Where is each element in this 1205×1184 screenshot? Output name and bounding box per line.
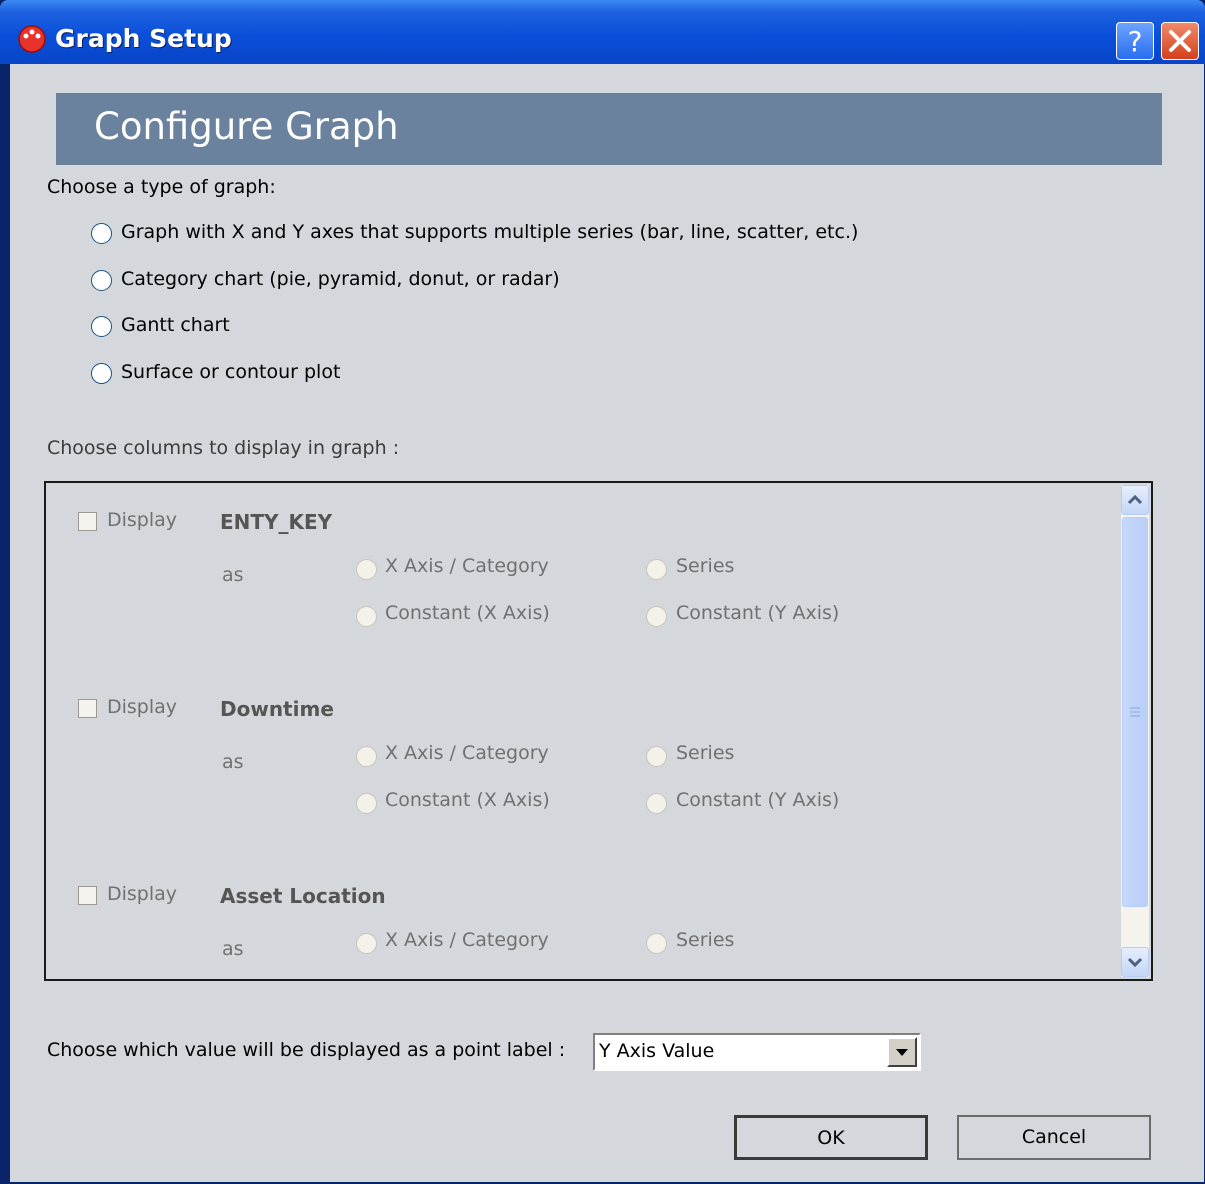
graph-type-surface-label[interactable]: Surface or contour plot (121, 361, 340, 383)
display-checkbox[interactable] (78, 886, 97, 905)
list-item: Display ENTY_KEY as X Axis / Category Se… (46, 483, 1116, 670)
series-label[interactable]: Series (676, 555, 734, 577)
title-bar[interactable]: Graph Setup ? (0, 0, 1205, 64)
display-checkbox[interactable] (78, 699, 97, 718)
constant-x-radio[interactable] (356, 980, 377, 981)
svg-text:?: ? (1128, 25, 1143, 58)
constant-y-radio[interactable] (646, 793, 667, 814)
graph-type-gantt-radio[interactable] (91, 316, 112, 337)
x-axis-category-label[interactable]: X Axis / Category (385, 555, 549, 577)
header-band: Configure Graph (56, 93, 1162, 165)
scroll-down-button[interactable] (1121, 947, 1149, 977)
scroll-down-icon (1127, 957, 1143, 968)
dialog-body: Configure Graph Choose a type of graph: … (10, 64, 1204, 1182)
cancel-button[interactable]: Cancel (957, 1115, 1151, 1160)
series-label[interactable]: Series (676, 929, 734, 951)
constant-x-label[interactable]: Constant (X Axis) (385, 602, 550, 624)
column-name: Downtime (220, 697, 334, 721)
x-axis-category-radio[interactable] (356, 746, 377, 767)
constant-y-label[interactable]: Constant (Y Axis) (676, 789, 839, 811)
constant-y-radio[interactable] (646, 980, 667, 981)
graph-type-prompt: Choose a type of graph: (47, 176, 276, 198)
display-label: Display (107, 696, 178, 718)
app-icon (18, 25, 46, 53)
display-label: Display (107, 509, 178, 531)
series-radio[interactable] (646, 933, 667, 954)
graph-type-category-radio[interactable] (91, 270, 112, 291)
close-icon (1169, 30, 1191, 52)
list-item: Display Asset Location as X Axis / Categ… (46, 857, 1116, 981)
as-label: as (222, 564, 244, 586)
page-title: Configure Graph (94, 105, 399, 148)
graph-type-xy-label[interactable]: Graph with X and Y axes that supports mu… (121, 221, 858, 243)
help-icon: ? (1128, 25, 1143, 58)
scroll-thumb[interactable] (1122, 517, 1148, 907)
column-name: ENTY_KEY (220, 510, 333, 534)
columns-prompt: Choose columns to display in graph : (47, 437, 400, 459)
graph-setup-window: Graph Setup ? Configure Graph Choose a t… (0, 0, 1205, 1184)
columns-list[interactable]: Display ENTY_KEY as X Axis / Category Se… (44, 481, 1153, 981)
display-checkbox[interactable] (78, 512, 97, 531)
graph-type-gantt-label[interactable]: Gantt chart (121, 314, 230, 336)
point-label-prompt: Choose which value will be displayed as … (47, 1039, 566, 1061)
dropdown-button[interactable] (887, 1037, 917, 1067)
as-label: as (222, 751, 244, 773)
series-label[interactable]: Series (676, 742, 734, 764)
x-axis-category-label[interactable]: X Axis / Category (385, 929, 549, 951)
constant-x-radio[interactable] (356, 793, 377, 814)
constant-y-label[interactable]: Constant (Y Axis) (676, 602, 839, 624)
graph-type-xy-radio[interactable] (91, 223, 112, 244)
constant-x-label[interactable]: Constant (X Axis) (385, 789, 550, 811)
grip-icon (1130, 707, 1140, 717)
ok-button[interactable]: OK (734, 1115, 928, 1160)
as-label: as (222, 938, 244, 960)
dropdown-arrow-icon (896, 1049, 908, 1056)
x-axis-category-radio[interactable] (356, 933, 377, 954)
close-button[interactable] (1161, 22, 1199, 60)
x-axis-category-radio[interactable] (356, 559, 377, 580)
scroll-up-icon (1127, 494, 1143, 505)
list-item: Display Downtime as X Axis / Category Se… (46, 670, 1116, 857)
help-button[interactable]: ? (1116, 22, 1154, 60)
series-radio[interactable] (646, 746, 667, 767)
series-radio[interactable] (646, 559, 667, 580)
constant-x-radio[interactable] (356, 606, 377, 627)
graph-type-category-label[interactable]: Category chart (pie, pyramid, donut, or … (121, 268, 560, 290)
x-axis-category-label[interactable]: X Axis / Category (385, 742, 549, 764)
point-label-value: Y Axis Value (599, 1040, 715, 1062)
constant-y-radio[interactable] (646, 606, 667, 627)
point-label-select[interactable]: Y Axis Value (593, 1033, 921, 1071)
vertical-scrollbar[interactable] (1121, 485, 1149, 977)
constant-y-label[interactable]: Constant (Y Axis) (676, 976, 839, 979)
column-name: Asset Location (220, 884, 386, 908)
constant-x-label[interactable]: Constant (X Axis) (385, 976, 550, 979)
graph-type-surface-radio[interactable] (91, 363, 112, 384)
window-title: Graph Setup (55, 24, 232, 53)
scroll-up-button[interactable] (1121, 485, 1149, 515)
display-label: Display (107, 883, 178, 905)
